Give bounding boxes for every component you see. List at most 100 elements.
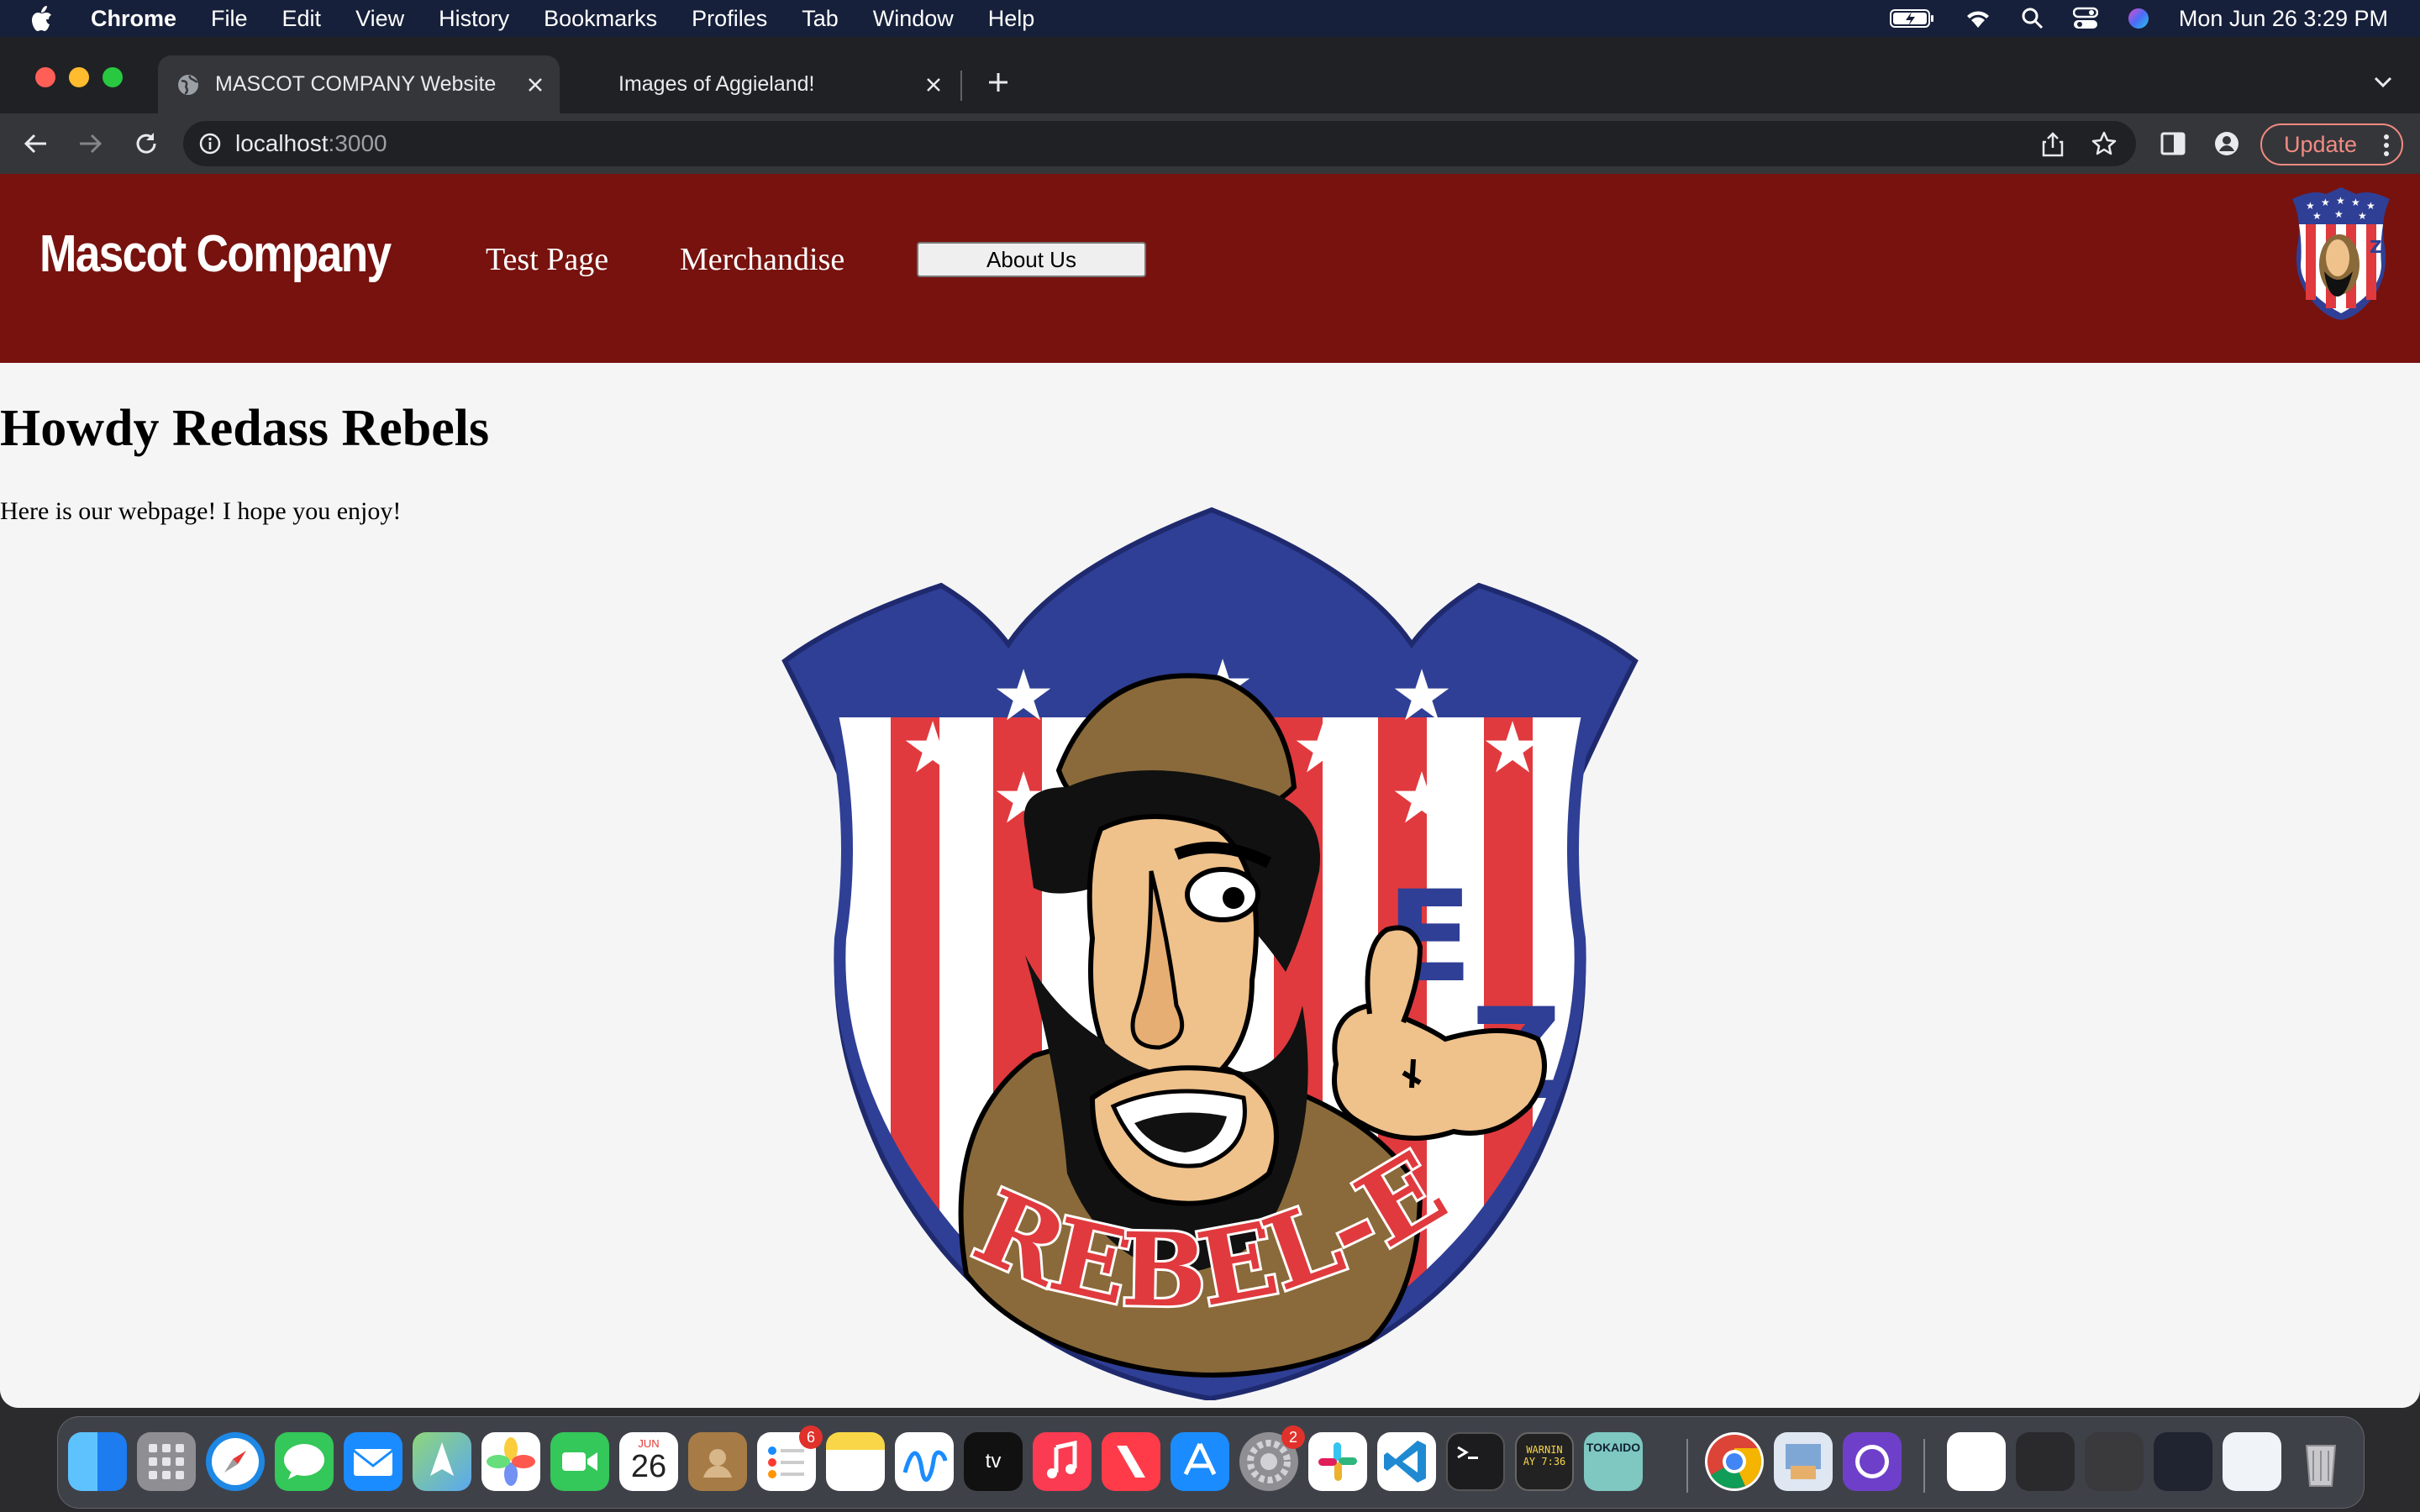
update-button[interactable]: Update	[2260, 123, 2403, 165]
contacts-icon[interactable]	[688, 1432, 747, 1491]
tab-mascot-company[interactable]: MASCOT COMPANY Website	[158, 55, 560, 113]
minimized-window-thumbnail[interactable]	[2085, 1432, 2144, 1491]
about-us-button[interactable]: About Us	[917, 242, 1146, 277]
vscode-icon[interactable]	[1377, 1432, 1436, 1491]
back-arrow-icon[interactable]	[17, 125, 54, 162]
globe-icon	[178, 74, 198, 95]
menu-view[interactable]: View	[355, 6, 404, 32]
forward-arrow-icon[interactable]	[72, 125, 109, 162]
facetime-icon[interactable]	[550, 1432, 609, 1491]
music-icon[interactable]	[1033, 1432, 1092, 1491]
menubar-clock[interactable]: Mon Jun 26 3:29 PM	[2179, 6, 2388, 32]
slack-icon[interactable]	[1308, 1432, 1367, 1491]
menu-bookmarks[interactable]: Bookmarks	[544, 6, 657, 32]
svg-text:★: ★	[2351, 197, 2360, 208]
reload-icon[interactable]	[128, 125, 165, 162]
window-zoom-button[interactable]	[103, 67, 123, 87]
menu-tab[interactable]: Tab	[802, 6, 839, 32]
svg-text:★: ★	[992, 654, 1055, 737]
menu-file[interactable]: File	[211, 6, 248, 32]
menu-profiles[interactable]: Profiles	[692, 6, 767, 32]
tokaido-icon[interactable]: TOKAIDO	[1584, 1432, 1643, 1491]
tab-images-of-aggieland[interactable]: Images of Aggieland!	[588, 55, 958, 113]
tab-title: Images of Aggieland!	[618, 72, 815, 96]
svg-text:★: ★	[1390, 654, 1453, 737]
apple-tv-icon[interactable]: tv	[964, 1432, 1023, 1491]
console-warning-text: WARNIN	[1526, 1444, 1563, 1456]
macos-menu-bar: Chrome File Edit View History Bookmarks …	[0, 0, 2420, 37]
svg-text:★: ★	[2312, 210, 2322, 222]
svg-text:★: ★	[1292, 706, 1355, 789]
dock-divider	[1686, 1439, 1688, 1493]
terminal-icon[interactable]	[1446, 1432, 1505, 1491]
new-tab-icon[interactable]	[980, 64, 1017, 101]
preview-icon[interactable]	[1774, 1432, 1833, 1491]
share-icon[interactable]	[2042, 132, 2064, 157]
wifi-icon[interactable]	[1964, 8, 1992, 29]
web-page: Mascot Company Test Page Merchandise Abo…	[0, 174, 2420, 1408]
chrome-window: MASCOT COMPANY Website Images of Aggiela…	[0, 37, 2420, 1408]
reminders-icon[interactable]: 6	[757, 1425, 823, 1491]
window-minimize-button[interactable]	[69, 67, 89, 87]
minimized-window-thumbnail[interactable]	[2154, 1432, 2212, 1491]
svg-text:★: ★	[1390, 757, 1453, 839]
intro-text: Here is our webpage! I hope you enjoy!	[0, 497, 402, 525]
maps-icon[interactable]	[413, 1432, 471, 1491]
recent-file-thumbnail[interactable]	[1947, 1432, 2006, 1491]
github-desktop-icon[interactable]	[1843, 1432, 1902, 1491]
safari-icon[interactable]	[206, 1432, 265, 1491]
siri-icon[interactable]	[2127, 7, 2150, 30]
minimized-window-thumbnail[interactable]	[2223, 1432, 2281, 1491]
spotlight-search-icon[interactable]	[2021, 7, 2044, 30]
tab-divider	[960, 71, 962, 101]
news-icon[interactable]	[1102, 1432, 1160, 1491]
tab-close-icon[interactable]	[519, 69, 551, 101]
finder-icon[interactable]	[68, 1432, 127, 1491]
trash-icon[interactable]	[2291, 1432, 2350, 1491]
profile-avatar-icon[interactable]	[2208, 125, 2245, 162]
url-host: localhost	[235, 130, 329, 156]
nav-link-merchandise[interactable]: Merchandise	[680, 241, 844, 278]
app-store-icon[interactable]	[1171, 1432, 1229, 1491]
tab-strip: MASCOT COMPANY Website Images of Aggiela…	[0, 37, 2420, 113]
menu-help[interactable]: Help	[988, 6, 1035, 32]
calendar-icon[interactable]: JUN 26	[619, 1432, 678, 1491]
battery-icon[interactable]	[1889, 8, 1935, 29]
svg-text:★: ★	[2366, 200, 2375, 212]
menu-window[interactable]: Window	[873, 6, 954, 32]
menu-history[interactable]: History	[439, 6, 509, 32]
messages-icon[interactable]	[275, 1432, 334, 1491]
tokaido-label: TOKAIDO	[1586, 1441, 1641, 1454]
chrome-icon[interactable]	[1705, 1432, 1764, 1491]
mail-icon[interactable]	[344, 1432, 402, 1491]
nav-link-test-page[interactable]: Test Page	[486, 241, 608, 278]
minimized-window-thumbnail[interactable]	[2016, 1432, 2075, 1491]
address-bar[interactable]: localhost:3000	[183, 121, 2136, 166]
system-settings-icon[interactable]: 2	[1239, 1425, 1305, 1491]
control-center-icon[interactable]	[2072, 7, 2098, 30]
site-info-icon[interactable]	[198, 132, 222, 155]
console-icon[interactable]: WARNIN AY 7:36	[1515, 1432, 1574, 1491]
notes-icon[interactable]	[826, 1432, 885, 1491]
more-menu-icon[interactable]	[2383, 134, 2390, 157]
freeform-icon[interactable]	[895, 1432, 954, 1491]
svg-text:★: ★	[2336, 195, 2345, 207]
tab-close-icon[interactable]	[918, 69, 950, 101]
apple-menu-icon[interactable]	[29, 3, 57, 34]
bookmark-star-icon[interactable]	[2091, 130, 2118, 157]
menu-edit[interactable]: Edit	[282, 6, 322, 32]
menu-app-name[interactable]: Chrome	[91, 6, 176, 32]
svg-text:Z: Z	[2370, 237, 2382, 257]
side-panel-icon[interactable]	[2154, 125, 2191, 162]
svg-text:★: ★	[2321, 197, 2330, 208]
photos-icon[interactable]	[481, 1432, 540, 1491]
window-close-button[interactable]	[35, 67, 55, 87]
launchpad-icon[interactable]	[137, 1432, 196, 1491]
site-brand[interactable]: Mascot Company	[39, 224, 392, 284]
svg-text:★: ★	[1481, 706, 1544, 789]
update-label: Update	[2284, 131, 2358, 157]
tab-title: MASCOT COMPANY Website	[215, 72, 497, 96]
svg-text:★: ★	[2358, 210, 2367, 222]
header-logo-image[interactable]: ★ ★ ★ ★ ★★ ★ ★ Z	[2287, 187, 2395, 320]
tab-search-chevron-icon[interactable]	[2365, 64, 2402, 101]
